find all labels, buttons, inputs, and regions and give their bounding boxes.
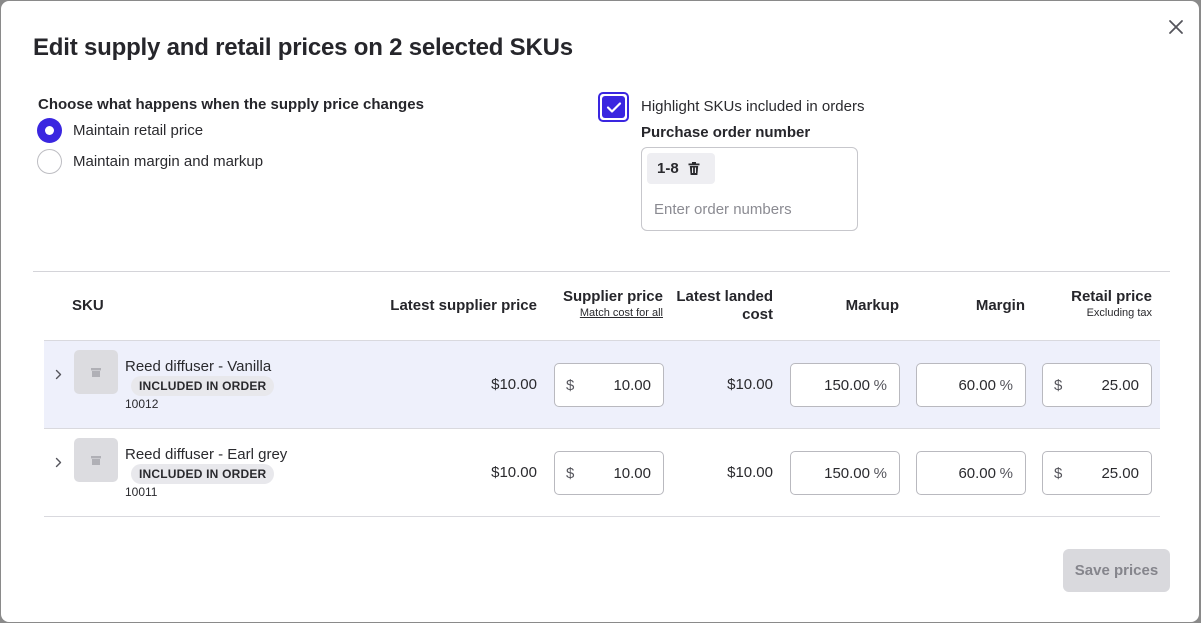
sku-code: 10012 [125, 397, 159, 411]
currency-prefix: $ [566, 464, 575, 482]
close-icon [1169, 20, 1183, 34]
status-badge: INCLUDED IN ORDER [131, 376, 275, 396]
radio-maintain-retail[interactable]: Maintain retail price [37, 118, 203, 143]
supplier-price-value: 10.00 [613, 376, 651, 394]
supplier-price-value: 10.00 [613, 464, 651, 482]
header-margin: Margin [975, 297, 1025, 314]
margin-input[interactable]: 60.00 % [916, 451, 1026, 495]
percent-suffix: % [873, 464, 887, 482]
table-divider [33, 271, 1170, 272]
supply-change-label: Choose what happens when the supply pric… [38, 96, 424, 113]
latest-supplier-price: $10.00 [491, 464, 537, 481]
latest-landed-cost: $10.00 [727, 376, 773, 393]
margin-value: 60.00 [958, 376, 996, 394]
retail-price-input[interactable]: $ 25.00 [1042, 363, 1152, 407]
radio-label: Maintain margin and markup [73, 153, 264, 170]
header-landed-line2: cost [742, 306, 773, 323]
supplier-price-input[interactable]: $ 10.00 [554, 363, 664, 407]
retail-price-value: 25.00 [1101, 464, 1139, 482]
order-tag-label: 1-8 [657, 160, 679, 177]
sku-name: Reed diffuser - Vanilla [125, 358, 272, 375]
header-sku: SKU [72, 297, 104, 314]
highlight-label: Highlight SKUs included in orders [641, 98, 865, 115]
currency-prefix: $ [1054, 464, 1063, 482]
markup-input[interactable]: 150.00 % [790, 363, 900, 407]
expand-row-button[interactable] [52, 367, 64, 381]
markup-value: 150.00 [824, 464, 870, 482]
order-numbers-input[interactable] [654, 201, 849, 218]
latest-landed-cost: $10.00 [727, 464, 773, 481]
modal-title: Edit supply and retail prices on 2 selec… [33, 34, 573, 61]
purchase-order-field[interactable]: 1-8 [641, 147, 858, 231]
image-placeholder-icon [91, 455, 101, 465]
currency-prefix: $ [1054, 376, 1063, 394]
header-retail-price-sub: Excluding tax [1086, 307, 1152, 319]
status-badge: INCLUDED IN ORDER [131, 464, 275, 484]
header-retail-price: Retail price Excluding tax [1031, 288, 1152, 320]
trash-icon [688, 162, 700, 175]
image-placeholder-icon [91, 367, 101, 377]
checkbox-fill [602, 96, 625, 118]
supplier-price-input[interactable]: $ 10.00 [554, 451, 664, 495]
product-thumbnail [74, 438, 118, 482]
radio-maintain-margin[interactable]: Maintain margin and markup [37, 149, 263, 174]
checkmark-icon [606, 101, 621, 113]
header-retail-price-label: Retail price [1071, 288, 1152, 305]
margin-input[interactable]: 60.00 % [916, 363, 1026, 407]
close-button[interactable] [1165, 16, 1187, 38]
header-landed-line1: Latest landed [676, 288, 773, 305]
purchase-order-label: Purchase order number [641, 124, 811, 141]
sku-code: 10011 [125, 485, 158, 499]
header-latest-supplier-price: Latest supplier price [390, 297, 537, 314]
radio-label: Maintain retail price [73, 122, 204, 139]
percent-suffix: % [873, 376, 887, 394]
table-row: Reed diffuser - Vanilla INCLUDED IN ORDE… [44, 341, 1160, 429]
save-prices-button[interactable]: Save prices [1063, 549, 1170, 592]
match-cost-link[interactable]: Match cost for all [546, 306, 663, 320]
header-supplier-price-label: Supplier price [562, 288, 663, 305]
markup-value: 150.00 [824, 376, 870, 394]
edit-prices-modal: Edit supply and retail prices on 2 selec… [1, 1, 1199, 622]
product-thumbnail [74, 350, 118, 394]
margin-value: 60.00 [958, 464, 996, 482]
sku-name: Reed diffuser - Earl grey [125, 446, 288, 463]
chevron-right-icon [55, 457, 61, 467]
retail-price-value: 25.00 [1101, 376, 1139, 394]
chevron-right-icon [55, 369, 61, 379]
remove-tag-button[interactable] [688, 162, 700, 175]
table-row: Reed diffuser - Earl grey INCLUDED IN OR… [44, 429, 1160, 517]
percent-suffix: % [999, 376, 1013, 394]
retail-price-input[interactable]: $ 25.00 [1042, 451, 1152, 495]
radio-button[interactable] [37, 149, 62, 174]
highlight-checkbox[interactable] [598, 92, 629, 122]
latest-supplier-price: $10.00 [491, 376, 537, 393]
percent-suffix: % [999, 464, 1013, 482]
markup-input[interactable]: 150.00 % [790, 451, 900, 495]
order-tag: 1-8 [647, 153, 715, 184]
header-latest-landed-cost: Latest landed cost [673, 288, 773, 324]
header-markup: Markup [845, 297, 899, 314]
radio-button-selected[interactable] [37, 118, 62, 143]
header-supplier-price: Supplier price Match cost for all [546, 288, 663, 320]
currency-prefix: $ [566, 376, 575, 394]
expand-row-button[interactable] [52, 455, 64, 469]
